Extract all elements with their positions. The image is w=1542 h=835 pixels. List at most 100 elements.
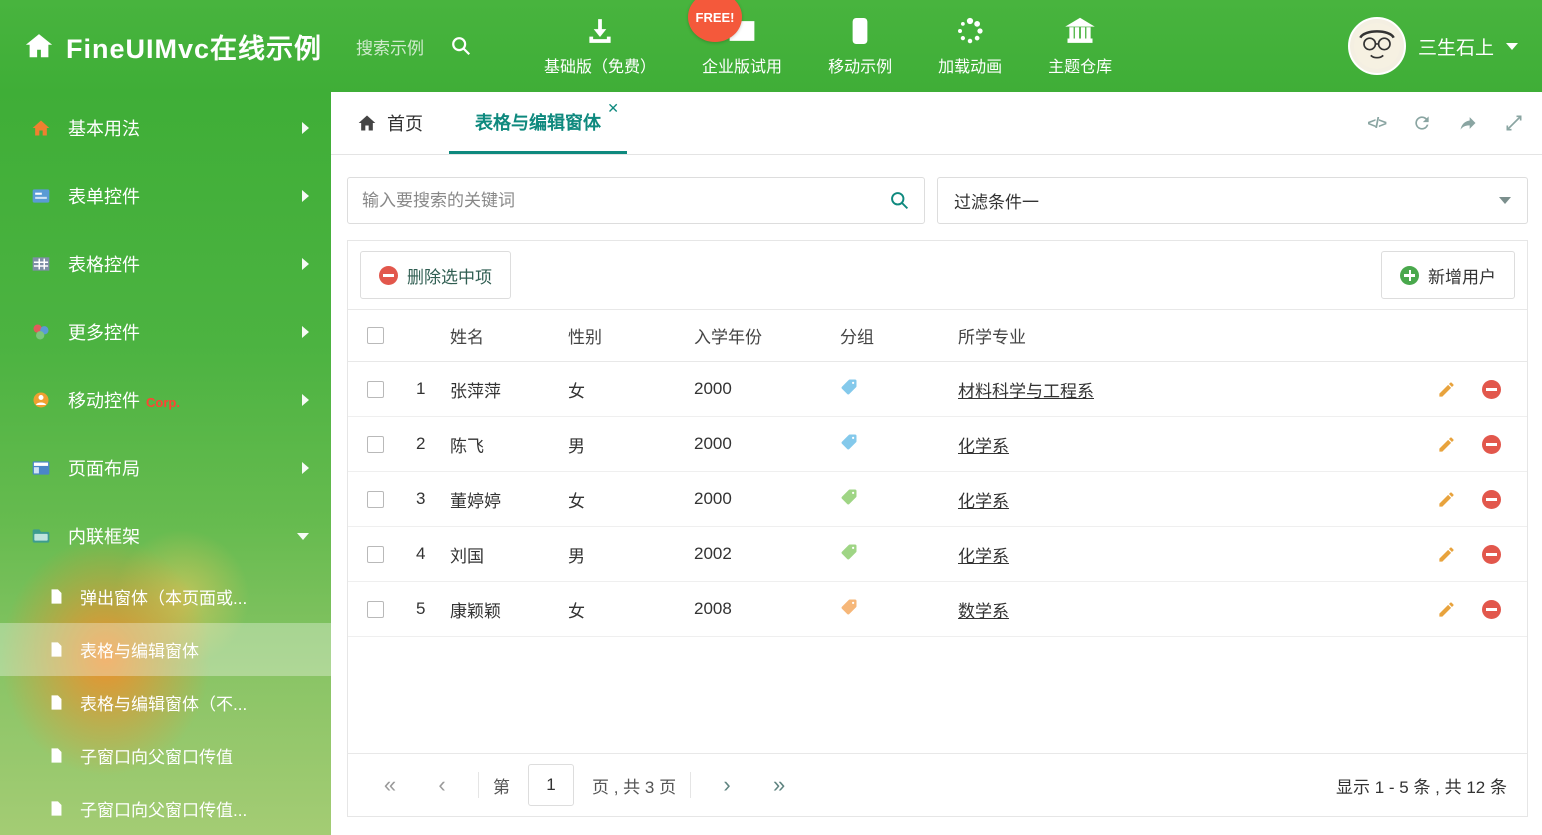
expand-icon[interactable]	[1504, 113, 1524, 133]
sidebar-item-mobile[interactable]: 移动控件 Corp.	[0, 366, 331, 434]
header-group: 分组	[840, 328, 874, 347]
file-icon	[48, 800, 66, 818]
page-label-prefix: 第	[493, 777, 510, 797]
header-search[interactable]: 搜索示例	[356, 34, 472, 59]
filter-dropdown[interactable]: 过滤条件一	[937, 177, 1528, 224]
row-index: 1	[416, 379, 426, 398]
sidebar-item-layout[interactable]: 页面布局	[0, 434, 331, 502]
sidebar-item-more[interactable]: 更多控件	[0, 298, 331, 366]
major-link[interactable]: 材料科学与工程系	[958, 382, 1094, 401]
basic-home-icon	[30, 117, 52, 139]
row-checkbox[interactable]	[366, 545, 384, 563]
cell-year: 2000	[694, 434, 732, 453]
iframe-icon	[30, 525, 52, 547]
nav-theme-repo[interactable]: 主题仓库	[1048, 16, 1112, 77]
home-icon	[25, 34, 53, 58]
cell-name: 张萍萍	[450, 381, 501, 401]
search-icon[interactable]	[450, 35, 472, 57]
sidebar-item-form[interactable]: 表单控件	[0, 162, 331, 230]
sidebar-item-iframe[interactable]: 内联框架	[0, 502, 331, 570]
chevron-down-icon	[1506, 42, 1518, 50]
avatar	[1347, 17, 1406, 75]
chevron-right-icon	[302, 326, 309, 338]
chevron-right-icon	[302, 122, 309, 134]
sidebar: 基本用法 表单控件 表格控件 更多控件 移动控件 Corp. 页面布局 内联框架…	[0, 92, 331, 835]
last-page-icon[interactable]: »	[757, 765, 801, 805]
sidebar-subitem-grid-edit-window-2[interactable]: 表格与编辑窗体（不...	[0, 676, 331, 729]
sidebar-item-label: 页面布局	[68, 459, 140, 479]
edit-icon[interactable]	[1437, 435, 1456, 454]
nav-loading-anim[interactable]: 加载动画	[938, 16, 1002, 77]
sidebar-subitem-label: 表格与编辑窗体	[80, 642, 199, 661]
select-all-checkbox[interactable]	[366, 327, 384, 344]
code-icon[interactable]: </>	[1367, 115, 1387, 132]
share-icon[interactable]	[1458, 113, 1478, 133]
major-link[interactable]: 化学系	[958, 492, 1009, 511]
sidebar-subitem-grid-edit-window[interactable]: 表格与编辑窗体	[0, 623, 331, 676]
delete-icon[interactable]	[1482, 544, 1501, 564]
divider	[478, 772, 479, 798]
group-tag-icon[interactable]	[840, 488, 858, 506]
keyword-search-input[interactable]	[362, 190, 889, 211]
chevron-right-icon	[302, 190, 309, 202]
file-icon	[48, 588, 66, 606]
search-icon[interactable]	[889, 190, 910, 211]
tab-label: 表格与编辑窗体	[475, 112, 601, 133]
sidebar-subitem-child-to-parent[interactable]: 子窗口向父窗口传值	[0, 729, 331, 782]
edit-icon[interactable]	[1437, 545, 1456, 564]
row-checkbox[interactable]	[366, 490, 384, 508]
add-user-button[interactable]: 新增用户	[1381, 251, 1515, 299]
group-tag-icon[interactable]	[840, 378, 858, 396]
first-page-icon[interactable]: «	[368, 765, 412, 805]
app-title: FineUIMvc在线示例	[66, 33, 323, 64]
major-link[interactable]: 数学系	[958, 602, 1009, 621]
tab-grid-edit-window[interactable]: 表格与编辑窗体 ✕	[449, 92, 627, 154]
tab-home[interactable]: 首页	[331, 92, 449, 154]
row-checkbox[interactable]	[366, 435, 384, 453]
refresh-icon[interactable]	[1412, 113, 1432, 133]
edit-icon[interactable]	[1437, 600, 1456, 619]
nav-basic-free[interactable]: 基础版（免费）	[544, 16, 656, 77]
delete-selected-button[interactable]: 删除选中项	[360, 251, 511, 299]
sidebar-subitem-popup-window[interactable]: 弹出窗体（本页面或...	[0, 570, 331, 623]
sidebar-subitem-child-to-parent-2[interactable]: 子窗口向父窗口传值...	[0, 782, 331, 835]
group-tag-icon[interactable]	[840, 433, 858, 451]
header-major: 所学专业	[958, 328, 1026, 347]
row-checkbox[interactable]	[366, 600, 384, 618]
edit-icon[interactable]	[1437, 380, 1456, 399]
delete-icon[interactable]	[1482, 379, 1501, 399]
prev-page-icon[interactable]: ‹	[420, 765, 464, 805]
nav-mobile-demo[interactable]: 移动示例	[828, 16, 892, 77]
group-tag-icon[interactable]	[840, 543, 858, 561]
table-row: 2 陈飞 男 2000 化学系	[348, 417, 1527, 472]
user-menu[interactable]: 三生石上	[1347, 17, 1518, 75]
page-number-input[interactable]	[528, 764, 574, 806]
tab-toolbar: </>	[1367, 92, 1524, 154]
group-tag-icon[interactable]	[840, 598, 858, 616]
row-checkbox[interactable]	[366, 380, 384, 398]
header-year: 入学年份	[694, 328, 762, 347]
brand[interactable]: FineUIMvc在线示例	[24, 27, 322, 66]
sidebar-item-grid[interactable]: 表格控件	[0, 230, 331, 298]
delete-icon[interactable]	[1482, 489, 1501, 509]
sidebar-item-basic[interactable]: 基本用法	[0, 94, 331, 162]
nav-label: 基础版（免费）	[544, 58, 657, 76]
cell-year: 2002	[694, 544, 732, 563]
row-index: 4	[416, 544, 426, 563]
major-link[interactable]: 化学系	[958, 547, 1009, 566]
next-page-icon[interactable]: ›	[705, 765, 749, 805]
sidebar-item-label: 表单控件	[68, 187, 140, 207]
bank-icon	[1065, 17, 1095, 43]
chevron-down-icon	[297, 532, 309, 540]
major-link[interactable]: 化学系	[958, 437, 1009, 456]
layout-icon	[30, 457, 52, 479]
mobile-controls-icon	[30, 389, 52, 411]
delete-icon[interactable]	[1482, 599, 1501, 619]
sidebar-subitem-label: 子窗口向父窗口传值	[80, 748, 233, 767]
edit-icon[interactable]	[1437, 490, 1456, 509]
cell-year: 2000	[694, 489, 732, 508]
sidebar-item-label: 移动控件	[68, 391, 140, 411]
close-icon[interactable]: ✕	[607, 101, 619, 115]
delete-icon[interactable]	[1482, 434, 1501, 454]
nav-label: 加载动画	[938, 58, 1003, 76]
